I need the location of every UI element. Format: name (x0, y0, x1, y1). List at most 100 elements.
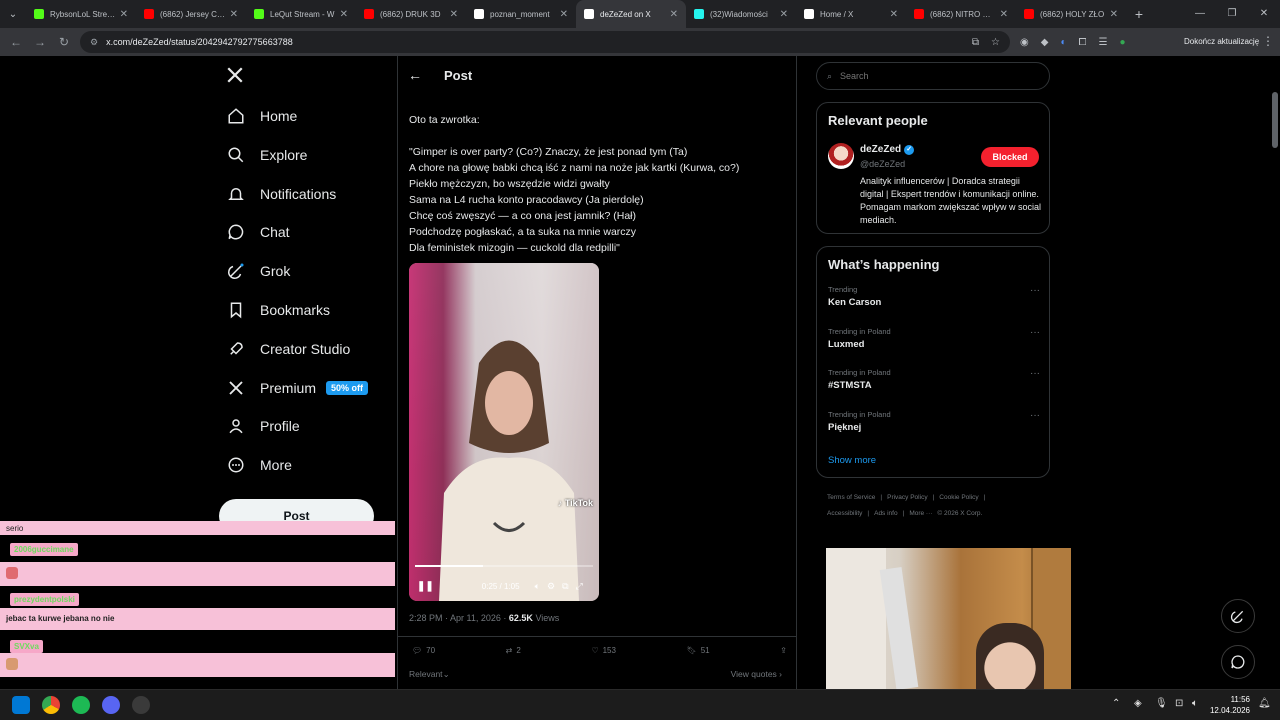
nav-item-chat[interactable]: Chat (226, 217, 290, 247)
share-button[interactable]: ⇪ (780, 646, 787, 655)
close-tab-icon[interactable]: ✕ (120, 9, 128, 20)
close-tab-icon[interactable]: ✕ (1000, 9, 1008, 20)
back-arrow-icon[interactable]: ← (408, 67, 438, 83)
install-app-icon[interactable]: ⧉ (972, 37, 979, 48)
x-logo-icon[interactable] (226, 64, 244, 90)
close-tab-icon[interactable]: ✕ (340, 9, 348, 20)
discord-icon[interactable] (102, 696, 120, 714)
browser-tab[interactable]: Home / X ✕ (796, 0, 906, 28)
post-timestamp[interactable]: 2:28 PM · Apr 11, 2026 (409, 613, 501, 623)
nav-item-grok[interactable]: Grok (226, 256, 290, 286)
reply-button[interactable]: 💬︎ 70 (412, 646, 435, 655)
volume-icon[interactable]: 🔈︎ (1192, 698, 1198, 709)
page-scrollbar[interactable] (1270, 56, 1280, 689)
address-bar[interactable]: ⚙ x.com/deZeZed/status/20429427927756637… (80, 31, 1010, 53)
trend-item[interactable]: Trending Ken Carson ··· (828, 285, 1040, 308)
close-tab-icon[interactable]: ✕ (1110, 9, 1118, 20)
nav-item-premium[interactable]: Premium 50% off (226, 373, 369, 403)
close-tab-icon[interactable]: ✕ (560, 9, 568, 20)
footer-link[interactable]: Cookie Policy (939, 494, 978, 501)
browser-tab[interactable]: (6862) NITRO O C ✕ (906, 0, 1016, 28)
scrollbar-thumb[interactable] (1272, 92, 1278, 148)
view-quotes-link[interactable]: View quotes › (731, 669, 782, 679)
chrome-icon[interactable] (42, 696, 60, 714)
volume-icon[interactable]: 🔈︎ (535, 581, 540, 592)
start-icon[interactable] (12, 696, 30, 714)
trend-item[interactable]: Trending in Poland #STMSTA ··· (828, 368, 1040, 391)
grok-fab-button[interactable] (1221, 599, 1255, 633)
star-icon[interactable]: ☆ (991, 37, 1000, 48)
site-info-icon[interactable]: ⚙ (90, 37, 98, 48)
browser-tab[interactable]: (6862) HOLY ZŁO ✕ (1016, 0, 1126, 28)
footer-link[interactable]: Privacy Policy (887, 494, 927, 501)
nav-item-more[interactable]: More (226, 450, 292, 480)
more-options-icon[interactable]: ··· (1030, 285, 1040, 296)
spotify-icon[interactable] (72, 696, 90, 714)
close-tab-icon[interactable]: ✕ (890, 9, 898, 20)
bookmark-button[interactable]: 🔖︎ 51 (687, 646, 710, 655)
clock[interactable]: 11:56 12.04.2026 (1208, 694, 1250, 716)
reading-list-icon[interactable]: ☰ (1098, 37, 1107, 48)
footer-link[interactable]: Terms of Service (827, 494, 875, 501)
tab-search-button[interactable]: ⌄ (0, 0, 26, 28)
fullscreen-icon[interactable]: ⤢ (576, 581, 583, 592)
trend-item[interactable]: Trending in Poland Luxmed ··· (828, 327, 1040, 350)
close-tab-icon[interactable]: ✕ (670, 9, 678, 20)
pip-icon[interactable]: ⧉ (562, 581, 568, 592)
nav-item-creator-studio[interactable]: Creator Studio (226, 334, 350, 364)
minimize-icon[interactable]: — (1184, 0, 1216, 28)
update-button[interactable]: Dokończ aktualizację (1178, 33, 1266, 51)
close-tab-icon[interactable]: ✕ (780, 9, 788, 20)
tray-app-icon[interactable]: ◈ (1134, 698, 1142, 709)
nav-item-notifications[interactable]: Notifications (226, 179, 336, 209)
show-more-link[interactable]: Show more (828, 455, 876, 466)
extension-icon[interactable]: ◐ (1060, 37, 1066, 48)
settings-icon[interactable]: ⚙ (547, 581, 555, 592)
browser-tab[interactable]: poznan_moment ✕ (466, 0, 576, 28)
search-input[interactable] (840, 71, 1021, 81)
tray-chevron-icon[interactable]: ⌃ (1112, 698, 1120, 709)
browser-tab[interactable]: (32)Wiadomości ✕ (686, 0, 796, 28)
trend-item[interactable]: Trending in Poland Pięknej ··· (828, 410, 1040, 433)
pause-icon[interactable]: ❚❚ (417, 581, 434, 592)
browser-tab[interactable]: LeQut Stream - W ✕ (246, 0, 356, 28)
puzzle-icon[interactable]: ⧠ (1078, 37, 1086, 48)
person-handle[interactable]: @deZeZed (860, 159, 905, 169)
close-tab-icon[interactable]: ✕ (230, 9, 238, 20)
browser-tab[interactable]: deZeZed on X ✕ (576, 0, 686, 28)
forward-icon[interactable]: → (28, 35, 52, 49)
chat-fab-button[interactable] (1221, 645, 1255, 679)
nav-item-bookmarks[interactable]: Bookmarks (226, 295, 330, 325)
restore-icon[interactable]: ❐ (1216, 0, 1248, 28)
nav-item-home[interactable]: Home (226, 101, 297, 131)
video-progress-bar[interactable] (415, 565, 593, 567)
nav-item-profile[interactable]: Profile (226, 411, 300, 441)
network-icon[interactable]: ⊡ (1175, 698, 1183, 709)
browser-tab[interactable]: (6862) Jersey Club ✕ (136, 0, 246, 28)
like-button[interactable]: ♡ 153 (591, 646, 616, 655)
repost-button[interactable]: ⇄ 2 (506, 646, 521, 655)
person-name[interactable]: deZeZed ✓ (860, 144, 915, 155)
browser-menu-icon[interactable]: ⋮ (1262, 34, 1274, 48)
microphone-icon[interactable]: 🎙︎ (1155, 698, 1168, 709)
obs-icon[interactable] (132, 696, 150, 714)
footer-link[interactable]: More ··· (909, 510, 932, 517)
new-tab-button[interactable]: + (1126, 6, 1152, 22)
video-player[interactable]: ♪ TikTok ❚❚ 0:25 / 1:05 🔈︎ ⚙ ⧉ ⤢ (409, 263, 599, 601)
sort-replies-dropdown[interactable]: Relevant⌄ (409, 669, 450, 680)
profile-icon[interactable]: ● (1119, 37, 1125, 48)
nav-item-explore[interactable]: Explore (226, 140, 307, 170)
more-options-icon[interactable]: ··· (1030, 368, 1040, 379)
browser-tab[interactable]: RybsonLoL Stream ✕ (26, 0, 136, 28)
footer-link[interactable]: Ads info (874, 510, 898, 517)
more-options-icon[interactable]: ··· (1030, 410, 1040, 421)
avatar[interactable] (828, 143, 854, 169)
reload-icon[interactable]: ↻ (52, 35, 76, 49)
more-options-icon[interactable]: ··· (1030, 327, 1040, 338)
close-window-icon[interactable]: ✕ (1248, 0, 1280, 28)
back-icon[interactable]: ← (4, 35, 28, 49)
browser-tab[interactable]: (6862) DRUK 3D ✕ (356, 0, 466, 28)
footer-link[interactable]: Accessibility (827, 510, 862, 517)
close-tab-icon[interactable]: ✕ (450, 9, 458, 20)
extension-icon[interactable]: ◉ (1020, 37, 1029, 48)
